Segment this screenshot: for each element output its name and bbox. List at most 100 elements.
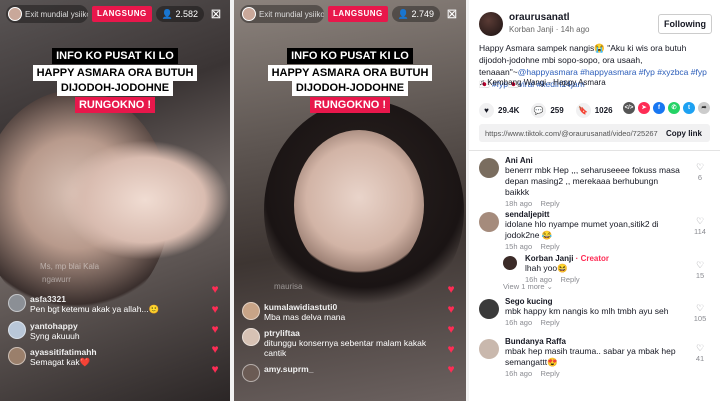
comment-meta: 16h ago Reply [525,275,712,284]
host-pill[interactable]: Exit mundial ysiikol [240,5,324,23]
comment-text: lhah yoo😆 [525,263,568,273]
heart-outline-icon: ♡ [695,343,705,353]
live-comment: asfa3321 Pen bgt ketemu akak ya allah...🙂 [8,294,200,315]
comment-like[interactable]: ♡ 6 [690,162,710,182]
copy-link-bar: https://www.tiktok.com/@oraurusanatl/vid… [479,124,710,142]
comment-date: 16h ago [505,318,533,327]
host-pill[interactable]: Exit mundial ysiikol [6,5,88,23]
heart-icon: ♥ [447,342,455,356]
embed-icon[interactable]: </> [623,102,635,114]
comment-item: Ani Ani benerrr mbk Hep ,,, seharuseeee … [479,156,712,208]
following-button[interactable]: Following [658,14,712,34]
close-icon[interactable]: ⊠ [208,6,224,22]
video-details-panel: oraurusanatl Korban Janji · 14h ago Foll… [469,0,720,401]
avatar[interactable] [479,212,499,232]
comment-text: mbak hep masih trauma.. sabar ya mbak he… [505,346,676,367]
heart-icon: ♥ [211,282,219,296]
live-badge: LANGSUNG [91,6,152,22]
comment-meta: 16h ago Reply [505,318,712,327]
comment-like-count: 114 [694,227,706,236]
share-icon[interactable]: ➦ [698,102,710,114]
bookmark-icon: 🔖 [575,102,591,118]
host-name: Exit mundial ysiikol [25,9,88,19]
reply-button[interactable]: Reply [540,242,559,251]
live-comments: kumalawidiastuti0 Mba mas delva mana ptry… [242,302,436,388]
save-count: 1026 [594,105,613,115]
reply-button[interactable]: Reply [540,369,559,378]
comment-text: Syng akuuuh [30,331,80,341]
reply-author-name: Korban Janji [525,254,574,263]
comment-like-count: 105 [693,314,707,323]
comment-author[interactable]: sendaljepitt [505,210,712,219]
comment-text: idolane hlo nyampe mumet yoan,sitik2 di … [505,219,659,240]
music-link[interactable]: ♫ Kembang Wangi - Happy Asmara [479,78,606,87]
comment-text: ditunggu konsernya sebentar malam kakak … [264,338,427,358]
comment-list: Ani Ani benerrr mbk Hep ,,, seharuseeee … [479,156,712,381]
comment-like-count: 41 [695,354,705,363]
avatar [242,302,260,320]
close-icon[interactable]: ⊠ [444,6,460,22]
comment-stat[interactable]: 💬 259 [531,102,564,118]
copy-link-button[interactable]: Copy link [658,129,710,138]
comment-like-count: 6 [697,173,703,182]
faded-comment: maurisa [274,282,303,291]
reply-button[interactable]: Reply [560,275,579,284]
reply-button[interactable]: Reply [540,199,559,208]
viewer-count: 👤 2.582 [155,6,204,22]
comment-date: 18h ago [505,199,533,208]
caption-text: INFO KO PUSAT KI LO [287,48,413,64]
comment-user: yantohappy [30,321,78,331]
caption-line-3: DIJODOH-JODOHNE [234,78,466,96]
author-avatar[interactable] [479,12,503,36]
caption-line-1: INFO KO PUSAT KI LO [234,46,466,64]
caption-line-3: DIJODOH-JODOHNE [0,78,230,96]
video-frame-face [294,130,424,280]
faded-comment: Ms, mp blai Kala [40,262,100,271]
comment-text: Semagat kak❤️ [30,357,91,367]
viewer-count-value: 2.749 [411,9,434,19]
comment-like[interactable]: ♡ 114 [690,216,710,236]
send-icon[interactable]: ➤ [638,102,650,114]
caption-line-4: RUNGOKNO ! [234,95,466,113]
comment-text: Pen bgt ketemu akak ya allah...🙂 [30,304,160,314]
comment-meta: 16h ago Reply [505,369,712,378]
heart-icon: ♥ [211,362,219,376]
avatar[interactable] [479,299,499,319]
video-url[interactable]: https://www.tiktok.com/@oraurusanatl/vid… [479,129,658,138]
save-stat[interactable]: 🔖 1026 [575,102,613,118]
like-count: 29.4K [498,105,520,115]
comment-author[interactable]: Korban Janji · Creator [525,254,712,263]
whatsapp-icon[interactable]: ✆ [668,102,680,114]
facebook-icon[interactable]: f [653,102,665,114]
comment-icon: 💬 [531,102,547,118]
heart-icon: ♥ [447,362,455,376]
floating-hearts: ♥ ♥ ♥ ♥ ♥ [208,282,222,382]
comment-like[interactable]: ♡ 15 [690,260,710,280]
comment-item: sendaljepitt idolane hlo nyampe mumet yo… [479,210,712,254]
comment-like[interactable]: ♡ 105 [690,303,710,323]
twitter-icon[interactable]: t [683,102,695,114]
heart-icon: ♥ [479,102,494,118]
comment-author[interactable]: Bundanya Raffa [505,337,712,346]
viewer-count-value: 2.582 [175,9,198,19]
avatar [8,294,26,312]
like-stat[interactable]: ♥ 29.4K [479,102,520,118]
comment-item: Bundanya Raffa mbak hep masih trauma.. s… [479,337,712,381]
comment-user: amy.suprm_ [264,364,314,374]
live-comment: amy.suprm_ [242,364,436,382]
comment-author[interactable]: Ani Ani [505,156,712,165]
reply-button[interactable]: Reply [540,318,559,327]
caption-text: RUNGOKNO ! [74,97,156,113]
avatar[interactable] [479,339,499,359]
comment-meta: 15h ago Reply [505,242,712,251]
avatar [242,364,260,382]
share-buttons: </> ➤ f ✆ t ➦ [623,102,710,114]
avatar[interactable] [479,158,499,178]
live-comment: ayassitifatimahh Semagat kak❤️ [8,347,200,368]
comment-date: 16h ago [525,275,553,284]
comment-like[interactable]: ♡ 41 [690,343,710,363]
author-username[interactable]: oraurusanatl [509,12,570,23]
comment-author[interactable]: Sego kucing [505,297,712,306]
heart-outline-icon: ♡ [695,260,705,270]
avatar[interactable] [503,256,517,270]
